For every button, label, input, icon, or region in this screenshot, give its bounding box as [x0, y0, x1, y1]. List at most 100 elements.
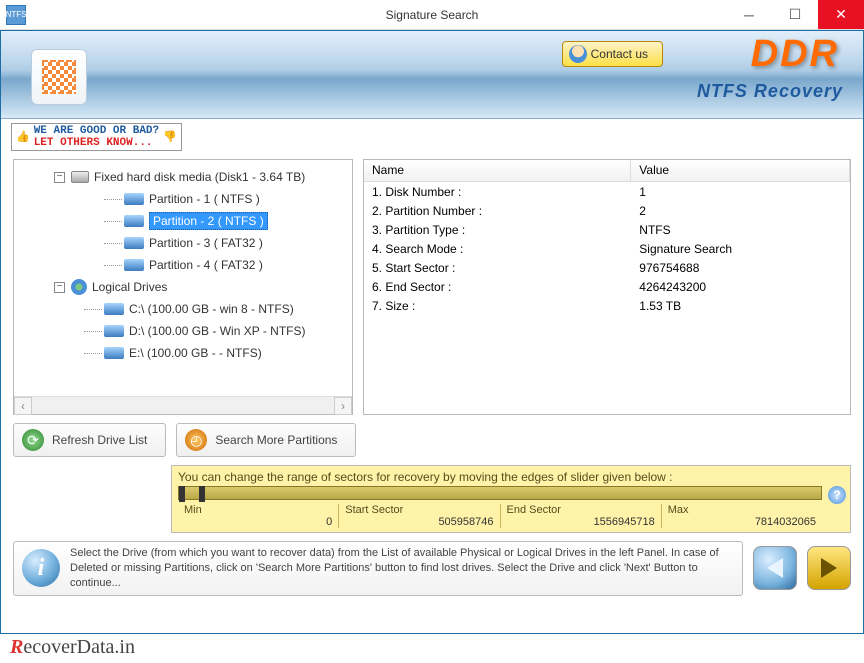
tree-label: Partition - 2 ( NTFS )	[149, 212, 268, 230]
tree-label: D:\ (100.00 GB - Win XP - NTFS)	[129, 324, 305, 338]
drive-icon	[104, 325, 124, 337]
minimize-button[interactable]: ─	[726, 0, 772, 29]
cell-name: 6. End Sector :	[364, 279, 631, 298]
col-name: Name	[364, 160, 631, 181]
drive-icon	[104, 347, 124, 359]
cell-value: 1	[631, 184, 850, 203]
product-name: NTFS Recovery	[697, 81, 843, 102]
contact-us-button[interactable]: Contact us	[562, 41, 663, 67]
cell-value: 4264243200	[631, 279, 850, 298]
footer-logo: RecoverData.in	[0, 634, 864, 663]
cell-value: Signature Search	[631, 241, 850, 260]
properties-panel: Name Value 1. Disk Number :12. Partition…	[363, 159, 851, 415]
thumb-down-icon: 👎	[163, 130, 177, 144]
tree-partition[interactable]: Partition - 4 ( FAT32 )	[14, 254, 352, 276]
table-row: 6. End Sector :4264243200	[364, 279, 850, 298]
contact-icon	[569, 45, 587, 63]
back-button[interactable]	[753, 546, 797, 590]
maximize-button[interactable]: ☐	[772, 0, 818, 29]
tree-partition[interactable]: Partition - 1 ( NTFS )	[14, 188, 352, 210]
tree-logical-drive[interactable]: E:\ (100.00 GB - - NTFS)	[14, 342, 352, 364]
feedback-badge[interactable]: 👍 WE ARE GOOD OR BAD? LET OTHERS KNOW...…	[11, 123, 182, 151]
cell-value: NTFS	[631, 222, 850, 241]
tree-label: C:\ (100.00 GB - win 8 - NTFS)	[129, 302, 294, 316]
pie-icon: ◴	[185, 429, 207, 451]
cell-value: 1.53 TB	[631, 298, 850, 317]
partition-icon	[124, 237, 144, 249]
feedback-line2: LET OTHERS KNOW...	[34, 137, 153, 149]
slider-handle-end[interactable]	[199, 486, 205, 502]
collapse-icon[interactable]: −	[54, 172, 65, 183]
triangle-left-icon	[767, 558, 783, 578]
tree-label: E:\ (100.00 GB - - NTFS)	[129, 346, 262, 360]
cell-name: 3. Partition Type :	[364, 222, 631, 241]
close-button[interactable]: ✕	[818, 0, 864, 29]
tree-label: Partition - 1 ( NTFS )	[149, 192, 260, 206]
table-row: 1. Disk Number :1	[364, 184, 850, 203]
partition-icon	[124, 259, 144, 271]
cell-name: 4. Search Mode :	[364, 241, 631, 260]
brand-logo: DDR	[751, 33, 839, 76]
disk-icon	[71, 171, 89, 183]
end-value: 1556945718	[507, 516, 655, 528]
partition-icon	[124, 193, 144, 205]
cell-value: 976754688	[631, 260, 850, 279]
tree-label: Partition - 4 ( FAT32 )	[149, 258, 263, 272]
sector-hint: You can change the range of sectors for …	[178, 470, 822, 484]
tree-label: Logical Drives	[92, 280, 167, 294]
table-row: 2. Partition Number :2	[364, 203, 850, 222]
tree-scrollbar[interactable]: ‹ ›	[14, 396, 352, 414]
table-row: 3. Partition Type :NTFS	[364, 222, 850, 241]
end-label: End Sector	[507, 504, 655, 516]
drive-tree-panel: − Fixed hard disk media (Disk1 - 3.64 TB)…	[13, 159, 353, 415]
scroll-left-icon[interactable]: ‹	[14, 397, 32, 415]
collapse-icon[interactable]: −	[54, 282, 65, 293]
info-text: Select the Drive (from which you want to…	[70, 546, 734, 591]
partition-icon	[124, 215, 144, 227]
refresh-icon: ⟳	[22, 429, 44, 451]
cell-name: 7. Size :	[364, 298, 631, 317]
col-value: Value	[631, 160, 850, 181]
table-row: 5. Start Sector :976754688	[364, 260, 850, 279]
contact-label: Contact us	[591, 47, 648, 61]
window-title: Signature Search	[386, 8, 479, 22]
globe-icon	[71, 279, 87, 295]
app-header: Contact us DDR NTFS Recovery	[1, 31, 863, 119]
thumb-up-icon: 👍	[16, 130, 30, 144]
sector-range-box: You can change the range of sectors for …	[171, 465, 851, 533]
triangle-right-icon	[821, 558, 837, 578]
scroll-right-icon[interactable]: ›	[334, 397, 352, 415]
tree-fixed-disk[interactable]: − Fixed hard disk media (Disk1 - 3.64 TB)	[14, 166, 352, 188]
cell-value: 2	[631, 203, 850, 222]
feedback-line1: WE ARE GOOD OR BAD?	[34, 125, 159, 137]
next-button[interactable]	[807, 546, 851, 590]
tree-label: Fixed hard disk media (Disk1 - 3.64 TB)	[94, 170, 305, 184]
sector-slider[interactable]	[178, 486, 822, 500]
info-icon: i	[22, 549, 60, 587]
app-icon: NTFS	[6, 5, 26, 25]
search-more-partitions-button[interactable]: ◴ Search More Partitions	[176, 423, 356, 457]
tree-logical-drives[interactable]: − Logical Drives	[14, 276, 352, 298]
tree-logical-drive[interactable]: C:\ (100.00 GB - win 8 - NTFS)	[14, 298, 352, 320]
titlebar: NTFS Signature Search ─ ☐ ✕	[0, 0, 864, 30]
info-box: i Select the Drive (from which you want …	[13, 541, 743, 596]
tree-partition[interactable]: Partition - 3 ( FAT32 )	[14, 232, 352, 254]
tree-logical-drive[interactable]: D:\ (100.00 GB - Win XP - NTFS)	[14, 320, 352, 342]
min-label: Min	[184, 504, 332, 516]
start-value: 505958746	[345, 516, 493, 528]
app-logo	[31, 49, 87, 105]
tree-label: Partition - 3 ( FAT32 )	[149, 236, 263, 250]
tree-partition[interactable]: Partition - 2 ( NTFS )	[14, 210, 352, 232]
max-value: 7814032065	[668, 516, 816, 528]
cell-name: 1. Disk Number :	[364, 184, 631, 203]
start-label: Start Sector	[345, 504, 493, 516]
footer-r: R	[10, 636, 23, 658]
refresh-label: Refresh Drive List	[52, 433, 147, 447]
slider-handle-start[interactable]	[179, 486, 185, 502]
table-row: 7. Size :1.53 TB	[364, 298, 850, 317]
max-label: Max	[668, 504, 816, 516]
footer-rest: ecoverData.in	[23, 636, 135, 658]
table-row: 4. Search Mode :Signature Search	[364, 241, 850, 260]
help-icon[interactable]: ?	[828, 486, 846, 504]
refresh-drive-button[interactable]: ⟳ Refresh Drive List	[13, 423, 166, 457]
